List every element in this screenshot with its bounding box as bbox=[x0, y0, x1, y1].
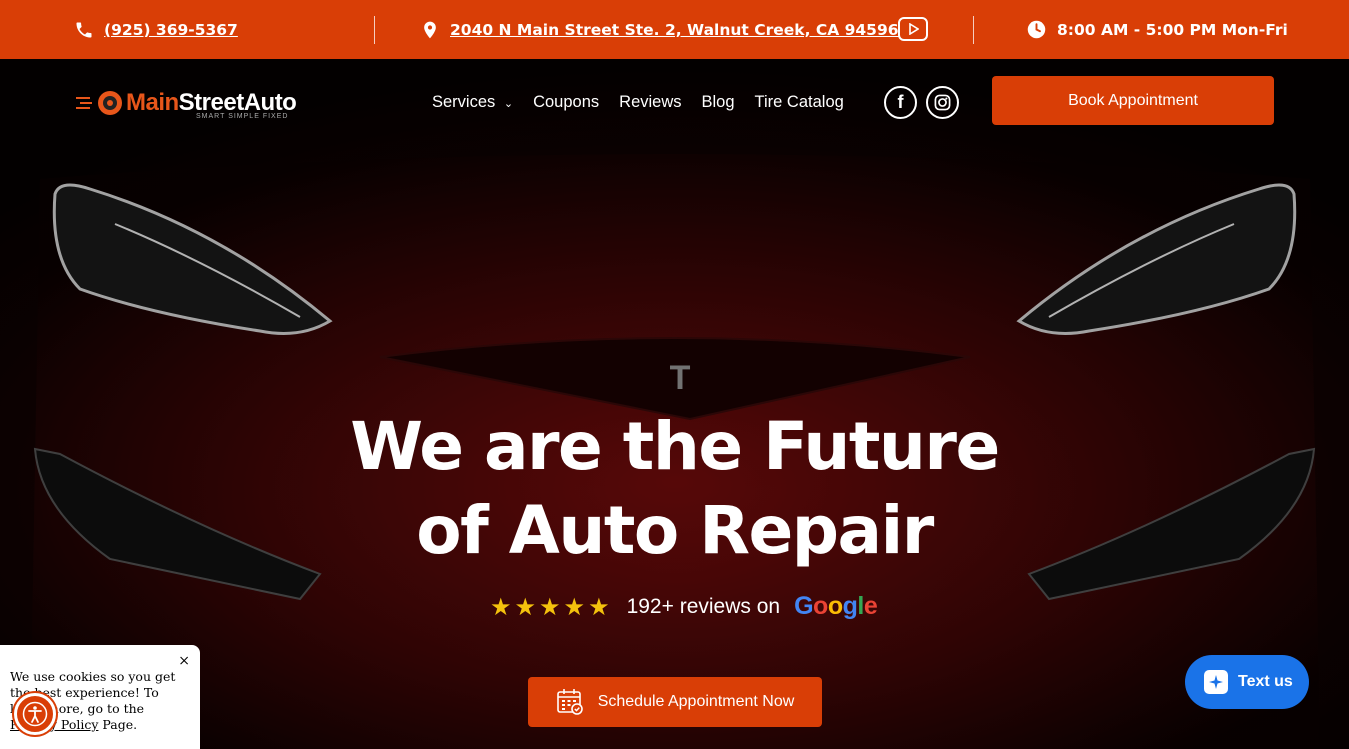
chat-bubble-icon bbox=[1204, 670, 1228, 694]
calendar-icon bbox=[556, 689, 583, 715]
schedule-button-label: Schedule Appointment Now bbox=[597, 693, 795, 710]
nav-services[interactable]: Services ⌄ bbox=[432, 93, 513, 112]
google-letter: G bbox=[794, 592, 814, 620]
accessibility-icon[interactable] bbox=[14, 693, 56, 735]
google-reviews[interactable]: ★★★★★ 192+ reviews on Google bbox=[490, 592, 878, 621]
hero-headline: We are the Future of Auto Repair bbox=[0, 405, 1349, 573]
hero-background: T bbox=[0, 59, 1349, 749]
star-rating: ★★★★★ bbox=[490, 592, 613, 621]
nav-services-label: Services bbox=[432, 93, 496, 111]
car-image: T bbox=[0, 59, 1349, 749]
book-appointment-button[interactable]: Book Appointment bbox=[992, 76, 1274, 125]
google-letter: o bbox=[813, 592, 828, 620]
nav-reviews[interactable]: Reviews bbox=[619, 93, 681, 112]
hours-text: 8:00 AM - 5:00 PM Mon-Fri bbox=[1057, 20, 1288, 39]
facebook-icon[interactable]: f bbox=[884, 86, 917, 119]
location-pin-icon bbox=[424, 21, 436, 38]
google-letter: e bbox=[863, 592, 878, 620]
logo-tagline: SMART SIMPLE FIXED bbox=[196, 113, 289, 120]
schedule-appointment-button[interactable]: Schedule Appointment Now bbox=[528, 677, 822, 727]
instagram-icon[interactable] bbox=[926, 86, 959, 119]
cookie-text-end: Page. bbox=[98, 717, 138, 732]
address-contact[interactable]: 2040 N Main Street Ste. 2, Walnut Creek,… bbox=[420, 0, 899, 59]
address-link[interactable]: 2040 N Main Street Ste. 2, Walnut Creek,… bbox=[450, 21, 899, 39]
phone-icon bbox=[76, 22, 92, 37]
divider bbox=[374, 16, 375, 44]
logo-main-text: Main bbox=[126, 89, 179, 116]
text-us-label: Text us bbox=[1238, 673, 1293, 690]
google-logo: Google bbox=[794, 592, 878, 621]
tire-logo-icon bbox=[76, 91, 122, 115]
headline-line-2: of Auto Repair bbox=[416, 492, 934, 569]
nav-tire-catalog[interactable]: Tire Catalog bbox=[755, 93, 844, 112]
divider bbox=[973, 16, 974, 44]
facebook-glyph: f bbox=[897, 92, 904, 112]
phone-contact[interactable]: (925) 369-5367 bbox=[74, 0, 238, 59]
reviews-count-text: 192+ reviews on bbox=[626, 594, 781, 618]
main-navigation: Services ⌄ Coupons Reviews Blog Tire Cat… bbox=[432, 93, 844, 112]
top-info-bar: (925) 369-5367 2040 N Main Street Ste. 2… bbox=[0, 0, 1349, 59]
youtube-icon[interactable] bbox=[898, 17, 928, 41]
nav-blog[interactable]: Blog bbox=[702, 93, 735, 112]
text-us-button[interactable]: Text us bbox=[1185, 655, 1309, 709]
business-hours: 8:00 AM - 5:00 PM Mon-Fri bbox=[1026, 0, 1288, 59]
logo-street-auto-text: StreetAuto bbox=[178, 89, 297, 116]
phone-link[interactable]: (925) 369-5367 bbox=[104, 21, 238, 39]
google-letter: g bbox=[842, 592, 858, 620]
close-icon[interactable]: × bbox=[178, 653, 190, 669]
clock-icon bbox=[1027, 20, 1046, 39]
site-logo[interactable]: MainStreetAuto SMART SIMPLE FIXED bbox=[76, 88, 297, 120]
chevron-down-icon: ⌄ bbox=[503, 98, 514, 110]
headline-line-1: We are the Future bbox=[350, 408, 1000, 485]
nav-coupons[interactable]: Coupons bbox=[533, 93, 599, 112]
google-letter: o bbox=[827, 592, 843, 620]
